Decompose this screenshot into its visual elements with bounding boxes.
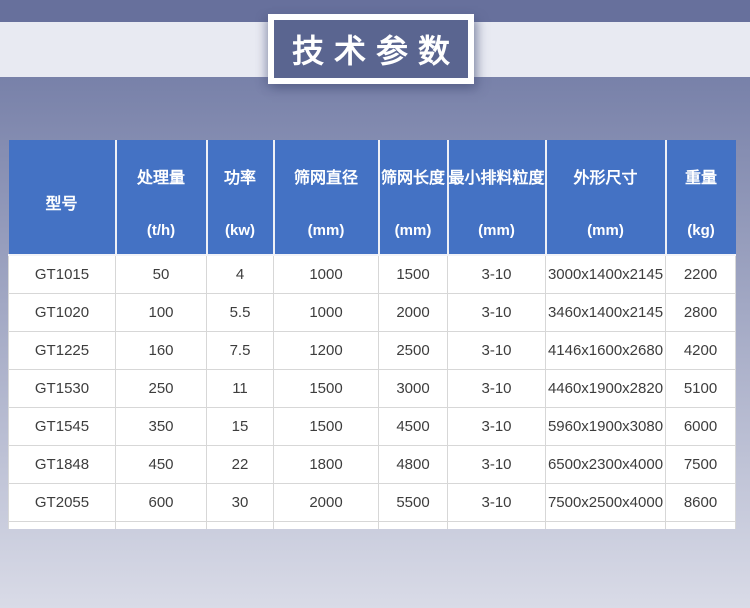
- table-cell: 600: [116, 483, 207, 521]
- col-header-unit: (mm): [395, 222, 432, 239]
- table-cell: 4500: [379, 407, 448, 445]
- table-cell: 1000: [274, 255, 379, 293]
- table-cell: 5960x1900x3080: [546, 407, 666, 445]
- table-row: GT1015 50 4 1000 1500 3-10 3000x1400x214…: [9, 255, 736, 293]
- table-cell: 7.5: [207, 331, 274, 369]
- table-cell: 8600: [666, 483, 736, 521]
- col-header-unit: (kg): [687, 222, 715, 239]
- table-cell: 3460x1400x2145: [546, 293, 666, 331]
- table-cell: 1200: [274, 331, 379, 369]
- table-cell: 3-10: [448, 331, 546, 369]
- table-cell: 6500x2300x4000: [546, 445, 666, 483]
- table-cell: 1500: [274, 407, 379, 445]
- table-cell: 5100: [666, 369, 736, 407]
- table-row: GT1020 100 5.5 1000 2000 3-10 3460x1400x…: [9, 293, 736, 331]
- col-header-unit: (mm): [308, 222, 345, 239]
- table-cell: 1800: [274, 445, 379, 483]
- table-row-clipped: [9, 521, 736, 529]
- col-header-label: 功率: [224, 164, 256, 188]
- table-cell: GT1015: [9, 255, 116, 293]
- col-header-dimensions: 外形尺寸 (mm): [546, 140, 666, 255]
- col-header-label: 筛网直径: [294, 164, 358, 188]
- table-cell: 3-10: [448, 407, 546, 445]
- col-header-power: 功率 (kw): [207, 140, 274, 255]
- table-cell: 1500: [379, 255, 448, 293]
- table-cell: 3000: [379, 369, 448, 407]
- table-cell: 15: [207, 407, 274, 445]
- table-cell: 3-10: [448, 369, 546, 407]
- table-cell: 2200: [666, 255, 736, 293]
- table-cell: 5500: [379, 483, 448, 521]
- table-cell: 2000: [379, 293, 448, 331]
- col-header-unit: (t/h): [147, 222, 175, 239]
- table-row: GT2055 600 30 2000 5500 3-10 7500x2500x4…: [9, 483, 736, 521]
- col-header-unit: (kw): [225, 222, 255, 239]
- table-cell: 3-10: [448, 293, 546, 331]
- col-header-unit: (mm): [587, 222, 624, 239]
- table-cell: 350: [116, 407, 207, 445]
- table-cell: 160: [116, 331, 207, 369]
- col-header-model: 型号: [9, 140, 116, 255]
- table-cell: 2800: [666, 293, 736, 331]
- table-cell: 250: [116, 369, 207, 407]
- table-cell: GT1848: [9, 445, 116, 483]
- table-row: GT1848 450 22 1800 4800 3-10 6500x2300x4…: [9, 445, 736, 483]
- table-cell: 3-10: [448, 255, 546, 293]
- table-cell: 2000: [274, 483, 379, 521]
- table-row: GT1225 160 7.5 1200 2500 3-10 4146x1600x…: [9, 331, 736, 369]
- col-header-weight: 重量 (kg): [666, 140, 736, 255]
- col-header-label: 重量: [685, 164, 717, 188]
- table-cell: 22: [207, 445, 274, 483]
- col-header-capacity: 处理量 (t/h): [116, 140, 207, 255]
- table-cell: 4460x1900x2820: [546, 369, 666, 407]
- table-cell: GT2055: [9, 483, 116, 521]
- table-row: GT1530 250 11 1500 3000 3-10 4460x1900x2…: [9, 369, 736, 407]
- table-cell: 30: [207, 483, 274, 521]
- col-header-label: 外形尺寸: [573, 164, 637, 188]
- page-title: 技术参数: [282, 26, 460, 72]
- col-header-min-discharge-size: 最小排料粒度 (mm): [448, 140, 546, 255]
- table-cell: 50: [116, 255, 207, 293]
- col-header-label: 筛网长度: [381, 164, 445, 188]
- table-cell: GT1530: [9, 369, 116, 407]
- table-cell: 3-10: [448, 483, 546, 521]
- table-cell: 7500: [666, 445, 736, 483]
- table-cell: GT1545: [9, 407, 116, 445]
- table-cell: 1000: [274, 293, 379, 331]
- table-header-row: 型号 处理量 (t/h) 功率 (kw) 筛网直径 (mm) 筛网长度 (mm) 最小排…: [9, 140, 736, 255]
- col-header-screen-diameter: 筛网直径 (mm): [274, 140, 379, 255]
- table-cell: 4146x1600x2680: [546, 331, 666, 369]
- table-cell: 100: [116, 293, 207, 331]
- table-cell: 6000: [666, 407, 736, 445]
- table-cell: 4800: [379, 445, 448, 483]
- col-header-label: 最小排料粒度: [449, 164, 545, 188]
- table-cell: 3000x1400x2145: [546, 255, 666, 293]
- col-header-label: 处理量: [137, 164, 185, 188]
- table-cell: 4200: [666, 331, 736, 369]
- table-cell: 11: [207, 369, 274, 407]
- table-cell: 5.5: [207, 293, 274, 331]
- col-header-label: 型号: [45, 190, 77, 214]
- spec-table: 型号 处理量 (t/h) 功率 (kw) 筛网直径 (mm) 筛网长度 (mm) 最小排…: [8, 140, 736, 529]
- table-cell: 7500x2500x4000: [546, 483, 666, 521]
- table-row: GT1545 350 15 1500 4500 3-10 5960x1900x3…: [9, 407, 736, 445]
- table-cell: 2500: [379, 331, 448, 369]
- table-cell: GT1225: [9, 331, 116, 369]
- table-cell: 3-10: [448, 445, 546, 483]
- col-header-screen-length: 筛网长度 (mm): [379, 140, 448, 255]
- table-cell: 450: [116, 445, 207, 483]
- table-cell: 1500: [274, 369, 379, 407]
- table-cell: 4: [207, 255, 274, 293]
- col-header-unit: (mm): [478, 222, 515, 239]
- table-cell: GT1020: [9, 293, 116, 331]
- page-title-box: 技术参数: [268, 14, 474, 84]
